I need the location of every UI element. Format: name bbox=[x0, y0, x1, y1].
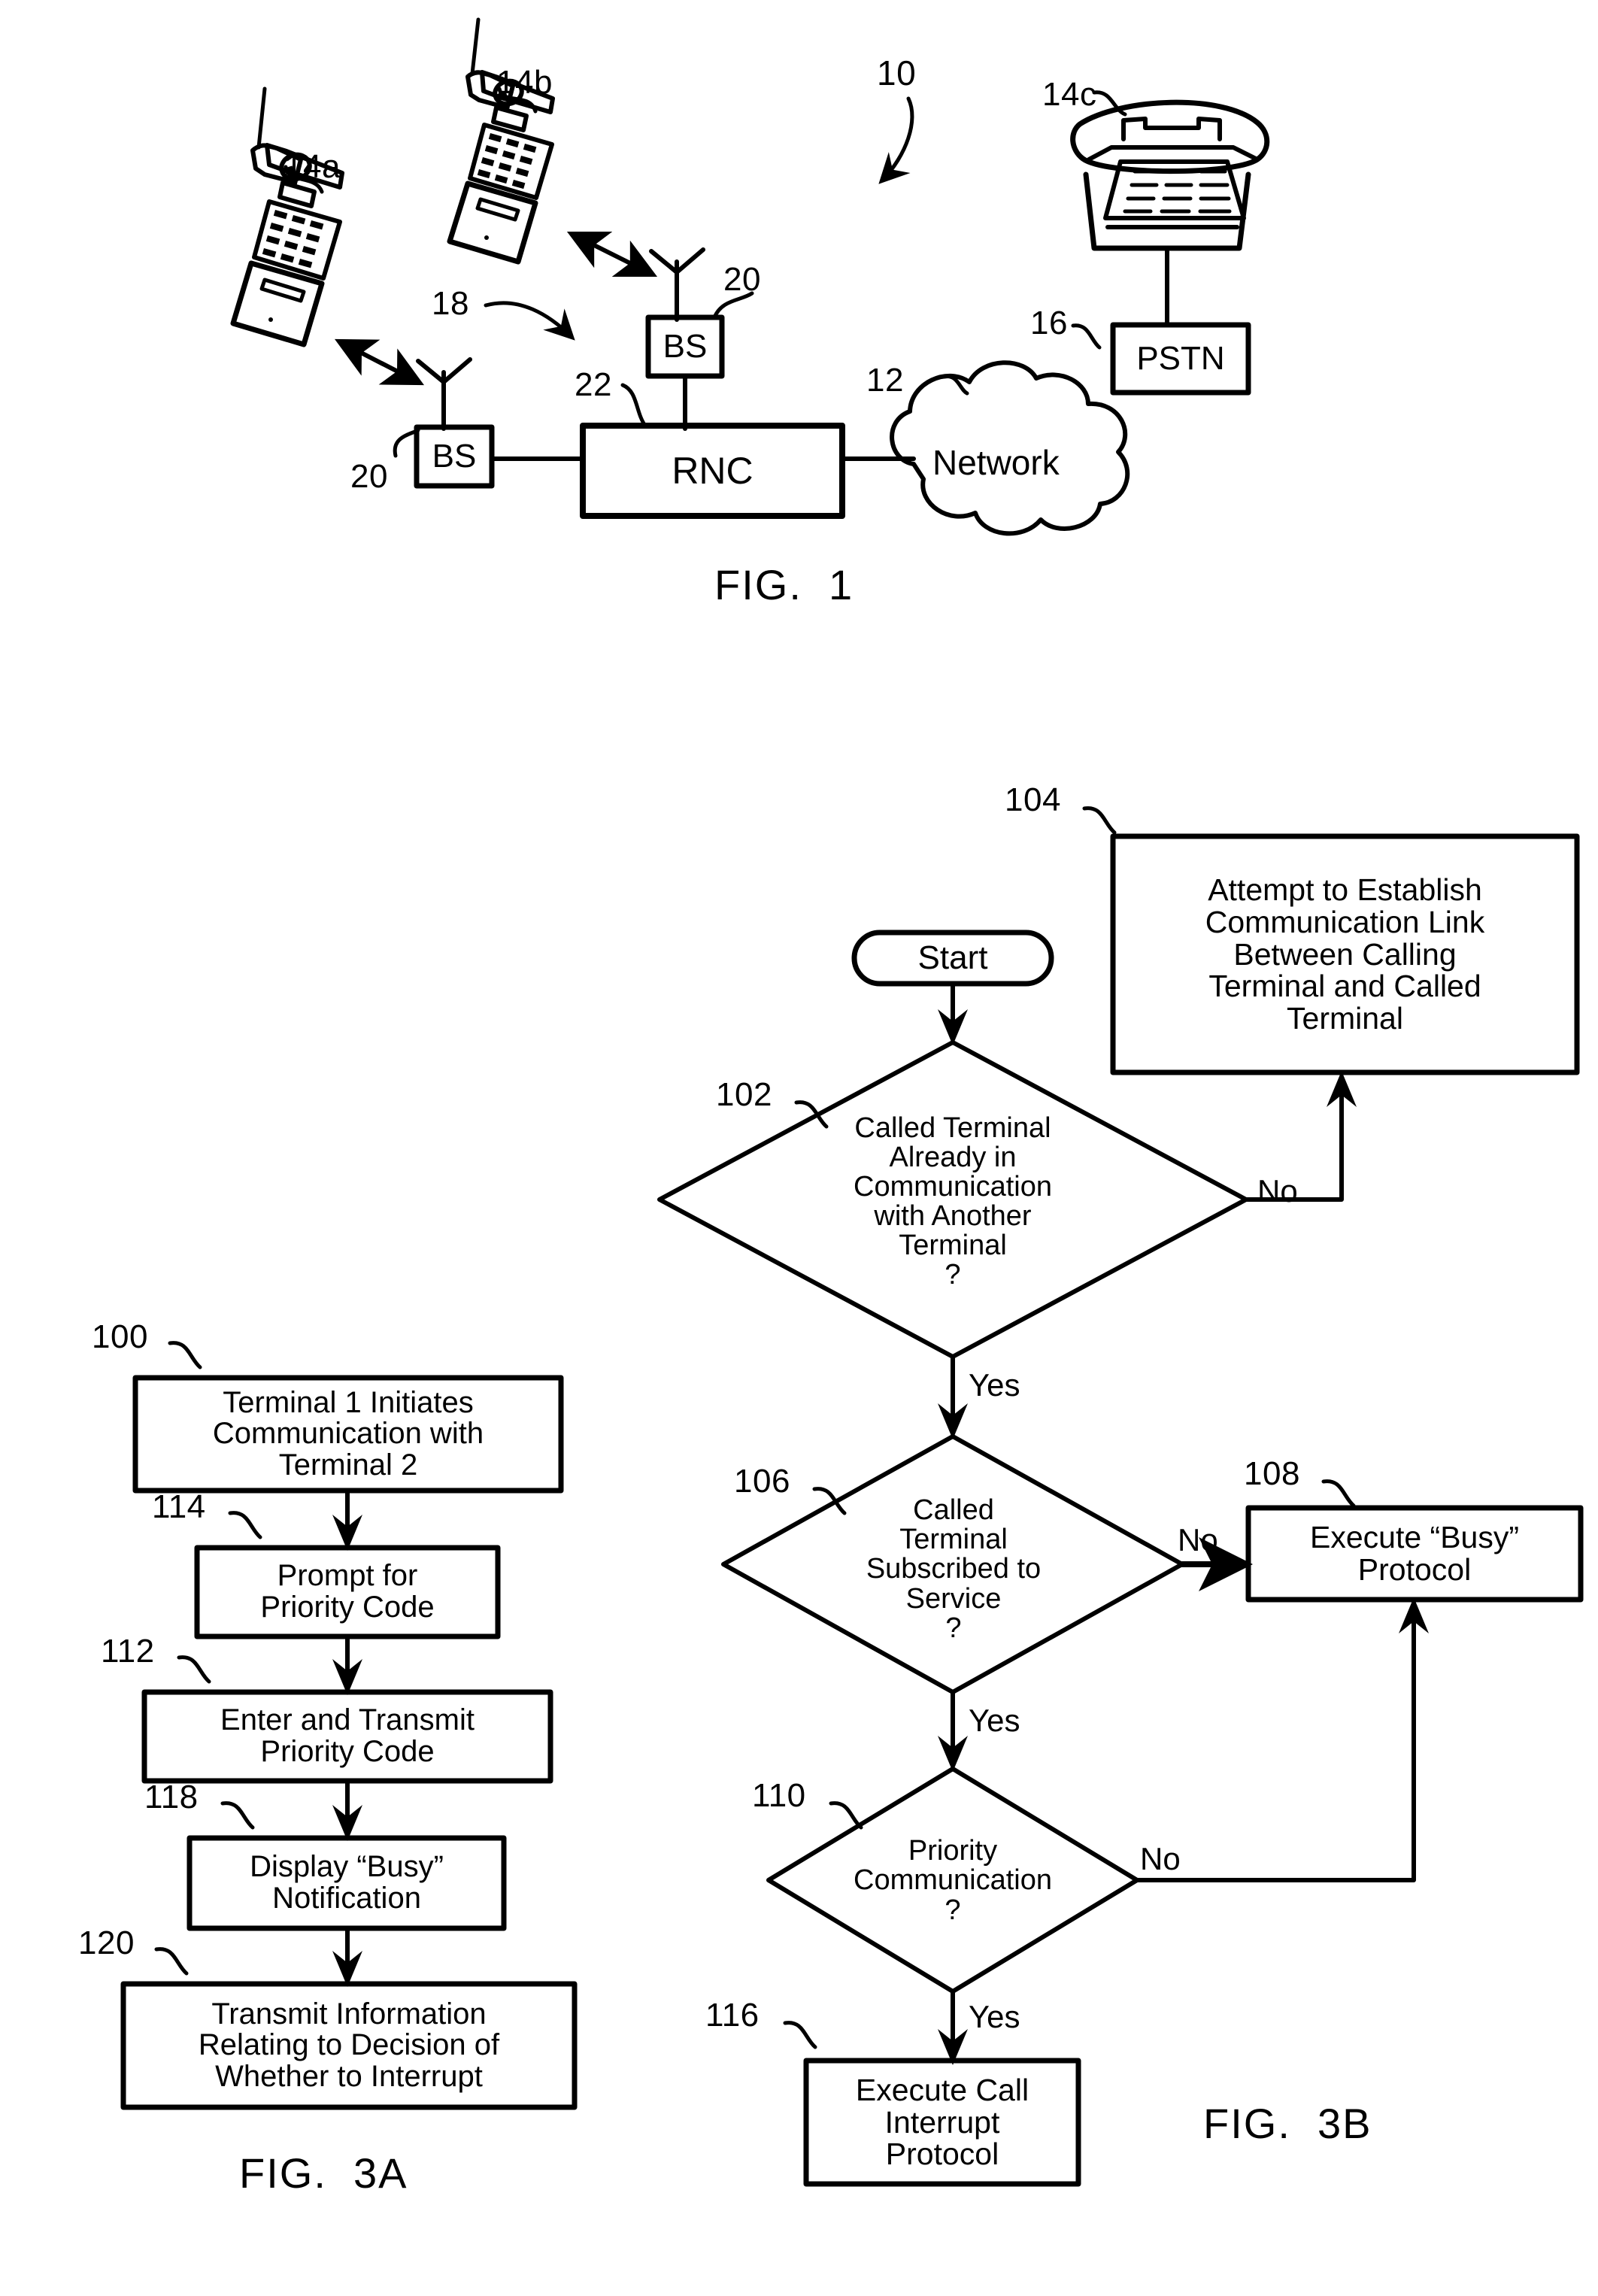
decision-102-line-1: Called Terminal bbox=[854, 1112, 1051, 1144]
patent-drawing-sheet: 14a 14b 14c 10 18 20 20 22 12 16 BS BS R… bbox=[0, 0, 1598, 2296]
process-108-label: Execute “Busy” Protocol bbox=[1248, 1508, 1581, 1600]
step-118-line-1: Display “Busy” bbox=[250, 1850, 444, 1884]
decision-106-line-5: ? bbox=[945, 1612, 962, 1644]
decision-110-line-1: Priority bbox=[908, 1835, 998, 1867]
ref-14b: 14b bbox=[496, 64, 553, 101]
decision-102-line-3: Communication bbox=[854, 1170, 1052, 1203]
ref-14c: 14c bbox=[1042, 76, 1097, 113]
edge-110-no-to-108 bbox=[1135, 1597, 1429, 1882]
ref-114: 114 bbox=[152, 1488, 206, 1525]
ref-118: 118 bbox=[144, 1779, 199, 1815]
process-104-line-3: Between Calling bbox=[1233, 936, 1457, 972]
decision-106-line-4: Service bbox=[905, 1582, 1002, 1615]
step-100-line-1: Terminal 1 Initiates bbox=[223, 1385, 474, 1419]
ref-16: 16 bbox=[1030, 305, 1068, 341]
decision-106-line-1: Called bbox=[913, 1494, 994, 1527]
process-104-line-1: Attempt to Establish bbox=[1208, 872, 1482, 908]
step-114-label: Prompt for Priority Code bbox=[197, 1548, 498, 1636]
figure1-leader-lines bbox=[284, 86, 1127, 458]
ref-116: 116 bbox=[705, 1997, 760, 2034]
ref-100: 100 bbox=[92, 1318, 148, 1355]
ref-22: 22 bbox=[575, 366, 612, 403]
step-100-label: Terminal 1 Initiates Communication with … bbox=[135, 1378, 561, 1491]
ref-102: 102 bbox=[716, 1076, 772, 1113]
step-100-line-2: Communication with bbox=[212, 1417, 484, 1451]
step-114-line-1: Prompt for bbox=[277, 1559, 418, 1593]
process-108-line-1: Execute “Busy” bbox=[1310, 1520, 1519, 1555]
figure3b-caption: FIG. 3B bbox=[1203, 2100, 1372, 2147]
process-116-label: Execute Call Interrupt Protocol bbox=[806, 2061, 1078, 2184]
process-116-line-2: Interrupt bbox=[884, 2104, 1000, 2140]
process-116-line-3: Protocol bbox=[885, 2137, 999, 2172]
step-118-label: Display “Busy” Notification bbox=[190, 1838, 504, 1928]
decision-110-no-label: No bbox=[1140, 1841, 1181, 1876]
decision-106-label: Called Terminal Subscribed to Service ? bbox=[820, 1476, 1087, 1664]
step-100-line-3: Terminal 2 bbox=[278, 1448, 418, 1482]
mobile-phone-14a-icon bbox=[230, 86, 344, 347]
decision-110-line-2: Communication bbox=[854, 1864, 1052, 1897]
process-116-line-1: Execute Call bbox=[855, 2073, 1029, 2108]
ref-112: 112 bbox=[101, 1633, 155, 1670]
decision-106-no-label: No bbox=[1178, 1522, 1218, 1557]
decision-110-line-3: ? bbox=[945, 1894, 961, 1926]
decision-110-label: Priority Communication ? bbox=[791, 1802, 1114, 1960]
ref-20-left: 20 bbox=[350, 458, 388, 495]
rnc-label: RNC bbox=[672, 450, 754, 492]
step-112-line-2: Priority Code bbox=[260, 1735, 435, 1768]
figure1-caption: FIG. 1 bbox=[714, 561, 854, 608]
mobile-phone-14b-icon bbox=[447, 17, 555, 265]
ref-18: 18 bbox=[432, 285, 469, 322]
ref-106: 106 bbox=[734, 1463, 790, 1500]
step-120-label: Transmit Information Relating to Decisio… bbox=[123, 1984, 575, 2107]
ref-120: 120 bbox=[78, 1924, 135, 1961]
step-112-label: Enter and Transmit Priority Code bbox=[144, 1692, 550, 1781]
step-120-line-2: Relating to Decision of bbox=[198, 2028, 500, 2062]
step-112-line-1: Enter and Transmit bbox=[220, 1703, 475, 1737]
ref-104: 104 bbox=[1005, 781, 1061, 818]
decision-106-line-2: Terminal bbox=[899, 1524, 1008, 1556]
bs-right-label: BS bbox=[663, 328, 708, 365]
decision-110-yes-label: Yes bbox=[969, 1999, 1020, 2034]
decision-102-line-4: with Another bbox=[874, 1200, 1032, 1232]
network-label: Network bbox=[932, 443, 1060, 482]
step-120-line-1: Transmit Information bbox=[211, 1997, 487, 2031]
figure3a-caption: FIG. 3A bbox=[239, 2149, 408, 2197]
decision-102-line-5: Terminal bbox=[899, 1230, 1007, 1262]
air-interface-arrows bbox=[334, 231, 658, 386]
decision-106-line-3: Subscribed to bbox=[866, 1553, 1042, 1585]
process-104-label: Attempt to Establish Communication Link … bbox=[1113, 836, 1577, 1072]
ref-10: 10 bbox=[877, 53, 917, 93]
decision-102-label: Called Terminal Already in Communication… bbox=[799, 1089, 1107, 1315]
decision-102-no-label: No bbox=[1257, 1173, 1298, 1209]
decision-102-yes-label: Yes bbox=[969, 1367, 1020, 1403]
desk-phone-14c-icon bbox=[1070, 99, 1270, 327]
start-terminator-label: Start bbox=[917, 939, 988, 976]
decision-102-line-6: ? bbox=[945, 1259, 961, 1291]
ref-108: 108 bbox=[1244, 1455, 1300, 1492]
decision-102-line-2: Already in bbox=[889, 1141, 1017, 1173]
step-114-line-2: Priority Code bbox=[260, 1591, 435, 1624]
process-108-line-2: Protocol bbox=[1357, 1552, 1472, 1587]
step-120-line-3: Whether to Interrupt bbox=[215, 2059, 483, 2093]
decision-106-yes-label: Yes bbox=[969, 1703, 1020, 1738]
ref-12: 12 bbox=[866, 362, 904, 399]
process-104-line-4: Terminal and Called bbox=[1208, 969, 1481, 1004]
pstn-label: PSTN bbox=[1136, 340, 1225, 377]
process-104-line-5: Terminal bbox=[1287, 1000, 1403, 1036]
ref-20-right: 20 bbox=[723, 261, 761, 298]
ref-14a: 14a bbox=[284, 148, 341, 185]
process-104-line-2: Communication Link bbox=[1205, 905, 1485, 940]
bs-left-label: BS bbox=[432, 438, 477, 475]
step-118-line-2: Notification bbox=[272, 1882, 421, 1915]
